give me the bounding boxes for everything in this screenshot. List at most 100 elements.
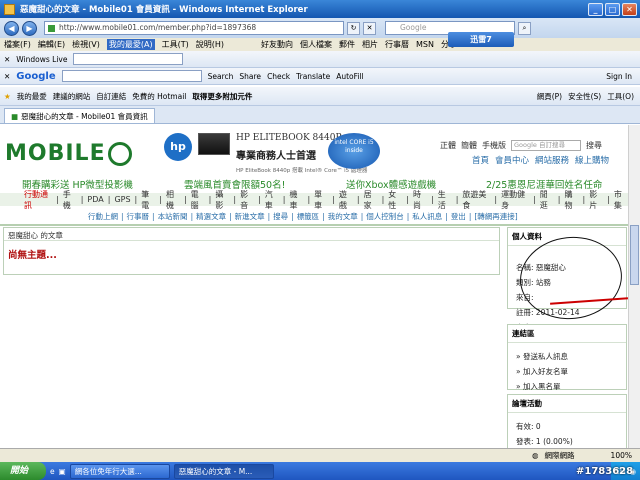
- tools-menu[interactable]: 工具(O): [607, 91, 640, 102]
- scroll-thumb[interactable]: [630, 225, 639, 285]
- addons-link[interactable]: 取得更多附加元件: [192, 91, 252, 102]
- suggested-sites-link[interactable]: 建議的網站: [53, 91, 91, 102]
- nav-home[interactable]: 首頁: [472, 154, 489, 166]
- favorites-button[interactable]: 我的最愛: [17, 91, 47, 102]
- category-link[interactable]: 機車: [289, 189, 303, 211]
- close-button[interactable]: ✕: [622, 2, 637, 16]
- custom-links-link[interactable]: 自訂連結: [96, 91, 126, 102]
- forward-button[interactable]: ▶: [22, 20, 37, 36]
- menu-file[interactable]: 檔案(F): [4, 39, 31, 50]
- menu-favorites[interactable]: 我的最愛(A): [106, 39, 155, 50]
- close-toolbar-icon[interactable]: ✕: [4, 55, 10, 64]
- mobile01-logo[interactable]: MOBILE: [5, 141, 132, 166]
- mobile-link[interactable]: 手機版: [482, 140, 506, 151]
- category-link[interactable]: 時尚: [413, 189, 427, 211]
- vertical-scrollbar[interactable]: [628, 125, 640, 448]
- category-link[interactable]: GPS: [114, 195, 130, 204]
- category-link[interactable]: 影片: [589, 189, 603, 211]
- category-link[interactable]: 汽車: [265, 189, 279, 211]
- zoom-level[interactable]: 100%: [611, 451, 640, 460]
- close-toolbar-icon[interactable]: ✕: [4, 72, 10, 81]
- category-link[interactable]: 女性: [388, 189, 402, 211]
- menu-msn[interactable]: MSN: [416, 40, 434, 49]
- xunlei-button[interactable]: 迅雷7: [448, 32, 514, 47]
- category-link[interactable]: 生活: [438, 189, 452, 211]
- search-icon[interactable]: ⌕: [518, 21, 531, 35]
- subnav-link[interactable]: 我的文章: [328, 211, 358, 222]
- category-link[interactable]: 影音: [240, 189, 254, 211]
- subnav-link[interactable]: 標籤區: [297, 211, 320, 222]
- category-link[interactable]: 市集: [614, 189, 628, 211]
- category-link[interactable]: 居家: [364, 189, 378, 211]
- add-friend-link[interactable]: » 加入好友名單: [508, 364, 626, 379]
- category-link[interactable]: PDA: [87, 195, 103, 204]
- safety-menu[interactable]: 安全性(S): [568, 91, 601, 102]
- category-link[interactable]: 單車: [314, 189, 328, 211]
- simplified-link[interactable]: 簡體: [461, 140, 477, 151]
- category-link[interactable]: 筆電: [141, 189, 155, 211]
- windows-live-label[interactable]: Windows Live: [16, 55, 67, 64]
- google-share-button[interactable]: Share: [239, 72, 261, 81]
- google-search-input[interactable]: [61, 70, 202, 82]
- google-search-button[interactable]: Search: [208, 72, 234, 81]
- subnav-link[interactable]: 行動上網: [88, 211, 118, 222]
- hp-banner-ad[interactable]: hp HP ELITEBOOK 8440P 專業商務人士首選 HP EliteB…: [162, 127, 388, 175]
- subnav-link[interactable]: 個人控制台: [366, 211, 404, 222]
- menu-friends[interactable]: 好友動向: [261, 39, 293, 50]
- subnav-link[interactable]: [轉網再連接]: [474, 211, 517, 222]
- desktop-quicklaunch-icon[interactable]: ▣: [59, 467, 66, 476]
- taskbar-item-active[interactable]: 惡魔甜心的文章 - M...: [173, 463, 274, 479]
- subnav-link[interactable]: 搜尋: [273, 211, 288, 222]
- menu-edit[interactable]: 編輯(E): [38, 39, 65, 50]
- google-signin-button[interactable]: Sign In: [606, 72, 640, 81]
- tab-current[interactable]: ■ 惡魔甜心的文章 - Mobile01 會員資訊: [4, 107, 155, 123]
- site-search-button[interactable]: 搜尋: [586, 140, 602, 151]
- url-input[interactable]: http://www.mobile01.com/member.php?id=18…: [44, 21, 344, 35]
- google-translate-button[interactable]: Translate: [296, 72, 330, 81]
- category-link[interactable]: 旅遊美食: [462, 189, 490, 211]
- ie-quicklaunch-icon[interactable]: e: [50, 467, 55, 476]
- traditional-link[interactable]: 正體: [440, 140, 456, 151]
- minimize-button[interactable]: _: [588, 2, 603, 16]
- category-link[interactable]: 購物: [565, 189, 579, 211]
- subnav-link[interactable]: 登出: [451, 211, 466, 222]
- stop-button[interactable]: ✕: [363, 21, 376, 35]
- category-link[interactable]: 行動通訊: [24, 189, 52, 211]
- menu-help[interactable]: 說明(H): [196, 39, 224, 50]
- menu-profile[interactable]: 個人檔案: [300, 39, 332, 50]
- category-link[interactable]: 攝影: [215, 189, 229, 211]
- nav-shop[interactable]: 線上購物: [575, 154, 609, 166]
- menu-photos[interactable]: 相片: [362, 39, 378, 50]
- top-links: 正體 簡體 手機版 Google 自訂搜尋 搜尋: [440, 140, 602, 151]
- subnav-link[interactable]: 本站新聞: [158, 211, 188, 222]
- category-link[interactable]: 相機: [166, 189, 180, 211]
- subnav-link[interactable]: 精選文章: [196, 211, 226, 222]
- google-check-button[interactable]: Check: [267, 72, 290, 81]
- start-button[interactable]: 開始: [0, 462, 46, 480]
- subnav-link[interactable]: 新進文章: [235, 211, 265, 222]
- category-link[interactable]: 運動健身: [501, 189, 529, 211]
- menu-tools[interactable]: 工具(T): [162, 39, 189, 50]
- google-autofill-button[interactable]: AutoFill: [336, 72, 363, 81]
- send-pm-link[interactable]: » 發送私人訊息: [508, 349, 626, 364]
- live-search-input[interactable]: [73, 53, 184, 65]
- menu-view[interactable]: 檢視(V): [72, 39, 100, 50]
- category-link[interactable]: 遊戲: [339, 189, 353, 211]
- nav-services[interactable]: 網站服務: [535, 154, 569, 166]
- hotmail-link[interactable]: 免費的 Hotmail: [132, 91, 186, 102]
- add-blacklist-link[interactable]: » 加入黑名單: [508, 379, 626, 394]
- site-search-input[interactable]: Google 自訂搜尋: [511, 140, 581, 151]
- subnav-link[interactable]: 行事曆: [127, 211, 150, 222]
- category-link[interactable]: 電腦: [191, 189, 205, 211]
- page-menu[interactable]: 網頁(P): [537, 91, 562, 102]
- category-link[interactable]: 閒逛: [540, 189, 554, 211]
- menu-calendar[interactable]: 行事曆: [385, 39, 409, 50]
- refresh-button[interactable]: ↻: [347, 21, 360, 35]
- nav-member[interactable]: 會員中心: [495, 154, 529, 166]
- taskbar-item[interactable]: 網各位免年行大選...: [69, 463, 170, 479]
- back-button[interactable]: ◀: [4, 20, 19, 36]
- subnav-link[interactable]: 私人訊息: [412, 211, 442, 222]
- menu-mail[interactable]: 郵件: [339, 39, 355, 50]
- maximize-button[interactable]: □: [605, 2, 620, 16]
- category-link[interactable]: 手機: [63, 189, 77, 211]
